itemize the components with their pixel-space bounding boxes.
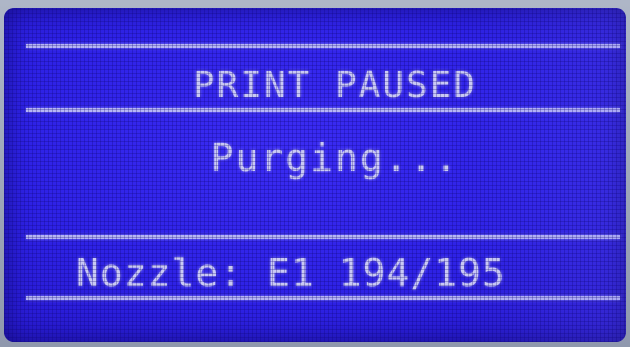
title-separator — [26, 108, 620, 112]
bottom-separator — [26, 296, 620, 300]
print-paused-title: PRINT PAUSED — [192, 65, 478, 106]
top-separator — [26, 44, 620, 48]
purging-status: Purging... — [210, 136, 460, 180]
nozzle-temperature-readout: Nozzle: E1 194/195 — [76, 251, 506, 295]
lcd-display: PRINT PAUSED Purging... Nozzle: E1 194/1… — [4, 8, 626, 342]
footer-top-separator — [26, 235, 620, 239]
